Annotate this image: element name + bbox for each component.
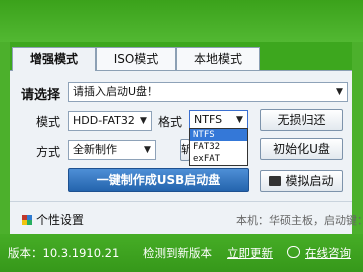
format-option-exfat[interactable]: exFAT	[190, 153, 247, 165]
settings-icon	[22, 215, 32, 225]
chevron-down-icon: ▼	[144, 145, 151, 155]
format-label: 格式	[158, 115, 183, 129]
chevron-down-icon: ▼	[140, 116, 147, 126]
format-option-fat32[interactable]: FAT32	[190, 141, 247, 153]
version-text: 版本：10.3.1910.21	[8, 246, 120, 260]
format-dropdown: NTFS FAT32 exFAT	[189, 128, 248, 166]
frame-right	[352, 42, 363, 234]
monitor-icon	[269, 176, 282, 186]
restore-button[interactable]: 无损归还	[260, 109, 343, 131]
chevron-down-icon: ▼	[236, 115, 243, 125]
mode-value: HDD-FAT32	[73, 114, 135, 127]
simulate-boot-label: 模拟启动	[285, 174, 334, 188]
chevron-down-icon: ▼	[336, 87, 343, 97]
mode-select[interactable]: HDD-FAT32 ▼	[68, 111, 152, 131]
initialize-usb-button[interactable]: 初始化U盘	[260, 138, 343, 160]
tab-iso-mode[interactable]: ISO模式	[96, 47, 176, 70]
simulate-boot-button[interactable]: 模拟启动	[260, 170, 343, 192]
status-bar: 版本：10.3.1910.21 检测到新版本 立即更新 在线咨询	[0, 234, 363, 272]
personal-settings[interactable]: 个性设置	[22, 211, 84, 228]
method-value: 全新制作	[73, 143, 117, 156]
tab-enhanced-mode[interactable]: 增强模式	[12, 47, 96, 71]
frame-left	[0, 42, 10, 234]
usb-drive-select[interactable]: 请插入启动U盘！ ▼	[68, 82, 348, 102]
tab-local-mode[interactable]: 本地模式	[176, 47, 260, 70]
format-select[interactable]: NTFS ▼	[189, 110, 248, 130]
online-help-link[interactable]: 在线咨询	[305, 245, 351, 261]
method-label: 方式	[36, 145, 61, 159]
usb-drive-value: 请插入启动U盘！	[73, 85, 159, 98]
divider	[10, 201, 352, 202]
chat-icon	[287, 246, 300, 258]
update-now-link[interactable]: 立即更新	[227, 245, 273, 261]
format-value: NTFS	[194, 113, 223, 126]
mode-label: 模式	[36, 115, 61, 129]
make-bootable-usb-button[interactable]: 一键制作成USB启动盘	[68, 168, 249, 192]
machine-info: 本机：华硕主板，启动键：F8	[236, 214, 363, 227]
update-notice: 检测到新版本	[143, 246, 212, 260]
window-header	[0, 0, 363, 42]
select-label: 请选择	[21, 88, 61, 103]
settings-label: 个性设置	[36, 213, 85, 227]
format-option-ntfs[interactable]: NTFS	[190, 129, 247, 141]
method-select[interactable]: 全新制作 ▼	[68, 140, 156, 160]
